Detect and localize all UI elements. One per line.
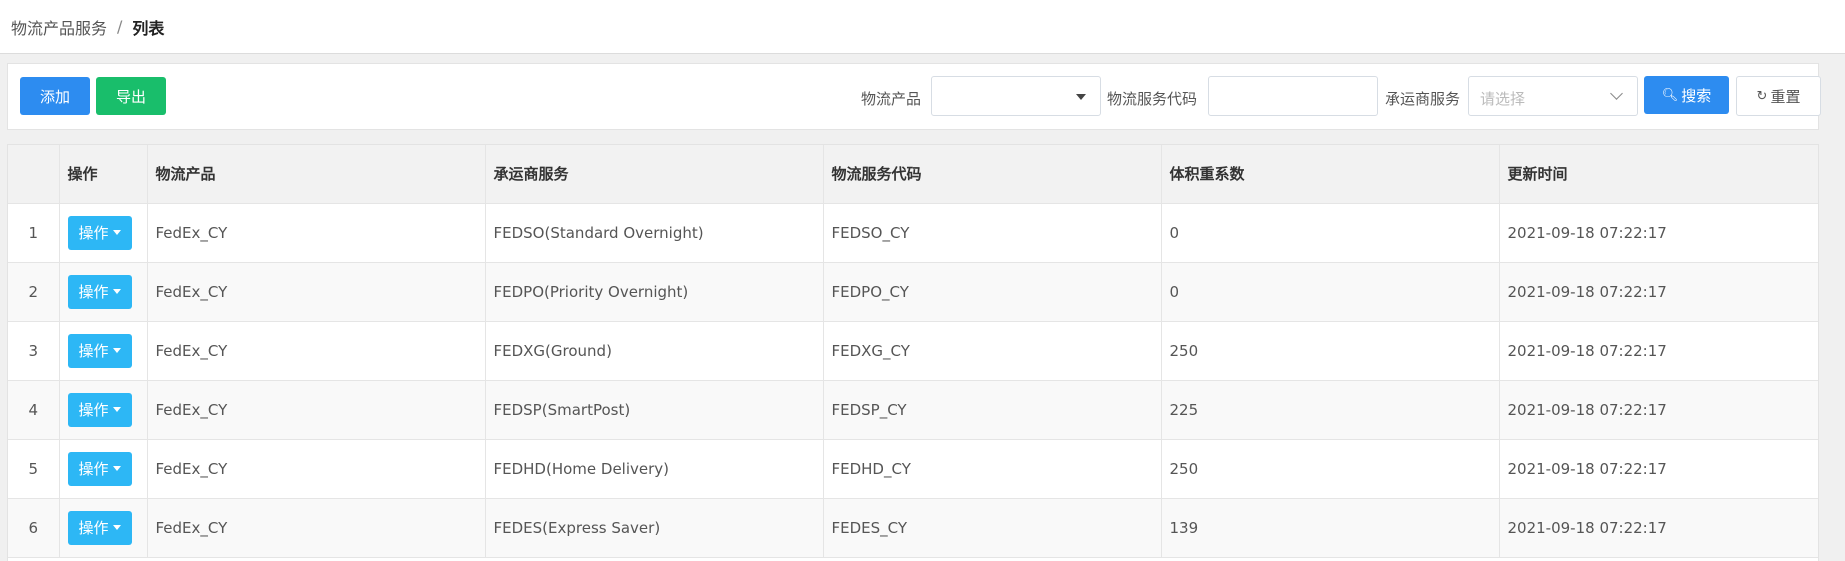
add-button[interactable]: 添加: [20, 77, 90, 115]
service-code-cell: FEDSO_CY: [823, 203, 1162, 263]
column-header-carrier-service[interactable]: 承运商服务: [485, 145, 824, 204]
product-cell: FedEx_CY: [147, 380, 486, 440]
reset-button[interactable]: ↻ 重置: [1736, 76, 1821, 116]
service-code-input[interactable]: [1208, 76, 1378, 116]
export-button[interactable]: 导出: [96, 77, 166, 115]
action-dropdown-button[interactable]: 操作: [67, 510, 132, 545]
vol-factor-cell: 0: [1161, 262, 1500, 322]
service-code-cell: FEDHD_CY: [823, 439, 1162, 499]
service-code-cell: FEDPO_CY: [823, 262, 1162, 322]
carrier-service-select[interactable]: 请选择: [1468, 76, 1638, 116]
product-cell: FedEx_CY: [147, 321, 486, 381]
carrier-service-cell: FEDSO(Standard Overnight): [485, 203, 824, 263]
updated-cell: 2021-09-18 07:22:17: [1499, 439, 1818, 499]
row-index: 4: [8, 380, 60, 440]
column-header-product[interactable]: 物流产品: [147, 145, 486, 204]
filter-toolbar: 添加 导出 物流产品 物流服务代码 承运商服务 请选择 🔍︎ 搜索 ↻ 重置: [7, 63, 1821, 130]
column-header-action: 操作: [59, 145, 148, 204]
vol-factor-cell: 0: [1161, 203, 1500, 263]
updated-cell: 2021-09-18 07:22:17: [1499, 498, 1818, 558]
action-cell: 操作: [59, 203, 148, 263]
row-index: 5: [8, 439, 60, 499]
breadcrumb-current: 列表: [132, 18, 165, 38]
updated-cell: 2021-09-18 07:22:17: [1499, 380, 1818, 440]
breadcrumb-separator: /: [117, 17, 123, 36]
action-dropdown-button[interactable]: 操作: [67, 392, 132, 427]
caret-down-icon: [112, 348, 121, 353]
reset-button-label: 重置: [1770, 87, 1801, 106]
data-table-container: 操作 物流产品 承运商服务 物流服务代码 体积重系数 更新时间 1 操作 Fed…: [7, 144, 1819, 561]
product-cell: FedEx_CY: [147, 439, 486, 499]
product-cell: FedEx_CY: [147, 262, 486, 322]
action-label: 操作: [78, 342, 109, 360]
action-dropdown-button[interactable]: 操作: [67, 333, 132, 368]
action-label: 操作: [78, 460, 109, 478]
caret-down-icon: [112, 230, 121, 235]
action-cell: 操作: [59, 380, 148, 440]
action-label: 操作: [78, 401, 109, 419]
action-dropdown-button[interactable]: 操作: [67, 274, 132, 309]
vol-factor-cell: 139: [1161, 498, 1500, 558]
updated-cell: 2021-09-18 07:22:17: [1499, 203, 1818, 263]
vol-factor-cell: 250: [1161, 321, 1500, 381]
caret-down-icon: [1076, 94, 1086, 100]
vol-factor-cell: 250: [1161, 439, 1500, 499]
action-cell: 操作: [59, 321, 148, 381]
search-icon: 🔍︎: [1661, 87, 1679, 103]
action-label: 操作: [78, 224, 109, 242]
carrier-service-cell: FEDSP(SmartPost): [485, 380, 824, 440]
action-dropdown-button[interactable]: 操作: [67, 451, 132, 486]
carrier-service-cell: FEDXG(Ground): [485, 321, 824, 381]
carrier-service-label: 承运商服务: [1385, 90, 1461, 108]
carrier-service-placeholder: 请选择: [1480, 90, 1526, 108]
action-cell: 操作: [59, 498, 148, 558]
updated-cell: 2021-09-18 07:22:17: [1499, 262, 1818, 322]
caret-down-icon: [112, 407, 121, 412]
table-row: 2 操作 FedEx_CY FEDPO(Priority Overnight) …: [8, 262, 1818, 322]
column-header-index: [8, 145, 60, 204]
column-header-vol-factor[interactable]: 体积重系数: [1161, 145, 1500, 204]
row-index: 2: [8, 262, 60, 322]
row-index: 1: [8, 203, 60, 263]
column-header-service-code[interactable]: 物流服务代码: [823, 145, 1162, 204]
service-code-cell: FEDES_CY: [823, 498, 1162, 558]
table-row: 6 操作 FedEx_CY FEDES(Express Saver) FEDES…: [8, 498, 1818, 558]
product-cell: FedEx_CY: [147, 498, 486, 558]
carrier-service-cell: FEDPO(Priority Overnight): [485, 262, 824, 322]
table-row: 1 操作 FedEx_CY FEDSO(Standard Overnight) …: [8, 203, 1818, 263]
action-cell: 操作: [59, 439, 148, 499]
data-table: 操作 物流产品 承运商服务 物流服务代码 体积重系数 更新时间 1 操作 Fed…: [8, 145, 1818, 558]
action-label: 操作: [78, 519, 109, 537]
vol-factor-cell: 225: [1161, 380, 1500, 440]
product-filter-label: 物流产品: [861, 90, 922, 108]
action-label: 操作: [78, 283, 109, 301]
product-select[interactable]: [931, 76, 1101, 116]
service-code-cell: FEDSP_CY: [823, 380, 1162, 440]
search-button[interactable]: 🔍︎ 搜索: [1644, 76, 1729, 114]
service-code-label: 物流服务代码: [1107, 90, 1198, 108]
action-cell: 操作: [59, 262, 148, 322]
column-header-updated[interactable]: 更新时间: [1499, 145, 1818, 204]
caret-down-icon: [112, 525, 121, 530]
breadcrumb-root[interactable]: 物流产品服务: [11, 15, 107, 39]
chevron-down-icon: [1610, 87, 1623, 100]
updated-cell: 2021-09-18 07:22:17: [1499, 321, 1818, 381]
table-row: 5 操作 FedEx_CY FEDHD(Home Delivery) FEDHD…: [8, 439, 1818, 499]
row-index: 3: [8, 321, 60, 381]
table-header-row: 操作 物流产品 承运商服务 物流服务代码 体积重系数 更新时间: [8, 145, 1818, 204]
caret-down-icon: [112, 466, 121, 471]
carrier-service-cell: FEDHD(Home Delivery): [485, 439, 824, 499]
breadcrumb-bar: 物流产品服务 / 列表: [0, 0, 1845, 54]
row-index: 6: [8, 498, 60, 558]
table-row: 4 操作 FedEx_CY FEDSP(SmartPost) FEDSP_CY …: [8, 380, 1818, 440]
service-code-cell: FEDXG_CY: [823, 321, 1162, 381]
carrier-service-cell: FEDES(Express Saver): [485, 498, 824, 558]
search-button-label: 搜索: [1681, 86, 1712, 105]
refresh-icon: ↻: [1756, 88, 1768, 104]
caret-down-icon: [112, 289, 121, 294]
table-row: 3 操作 FedEx_CY FEDXG(Ground) FEDXG_CY 250…: [8, 321, 1818, 381]
product-cell: FedEx_CY: [147, 203, 486, 263]
action-dropdown-button[interactable]: 操作: [67, 215, 132, 250]
